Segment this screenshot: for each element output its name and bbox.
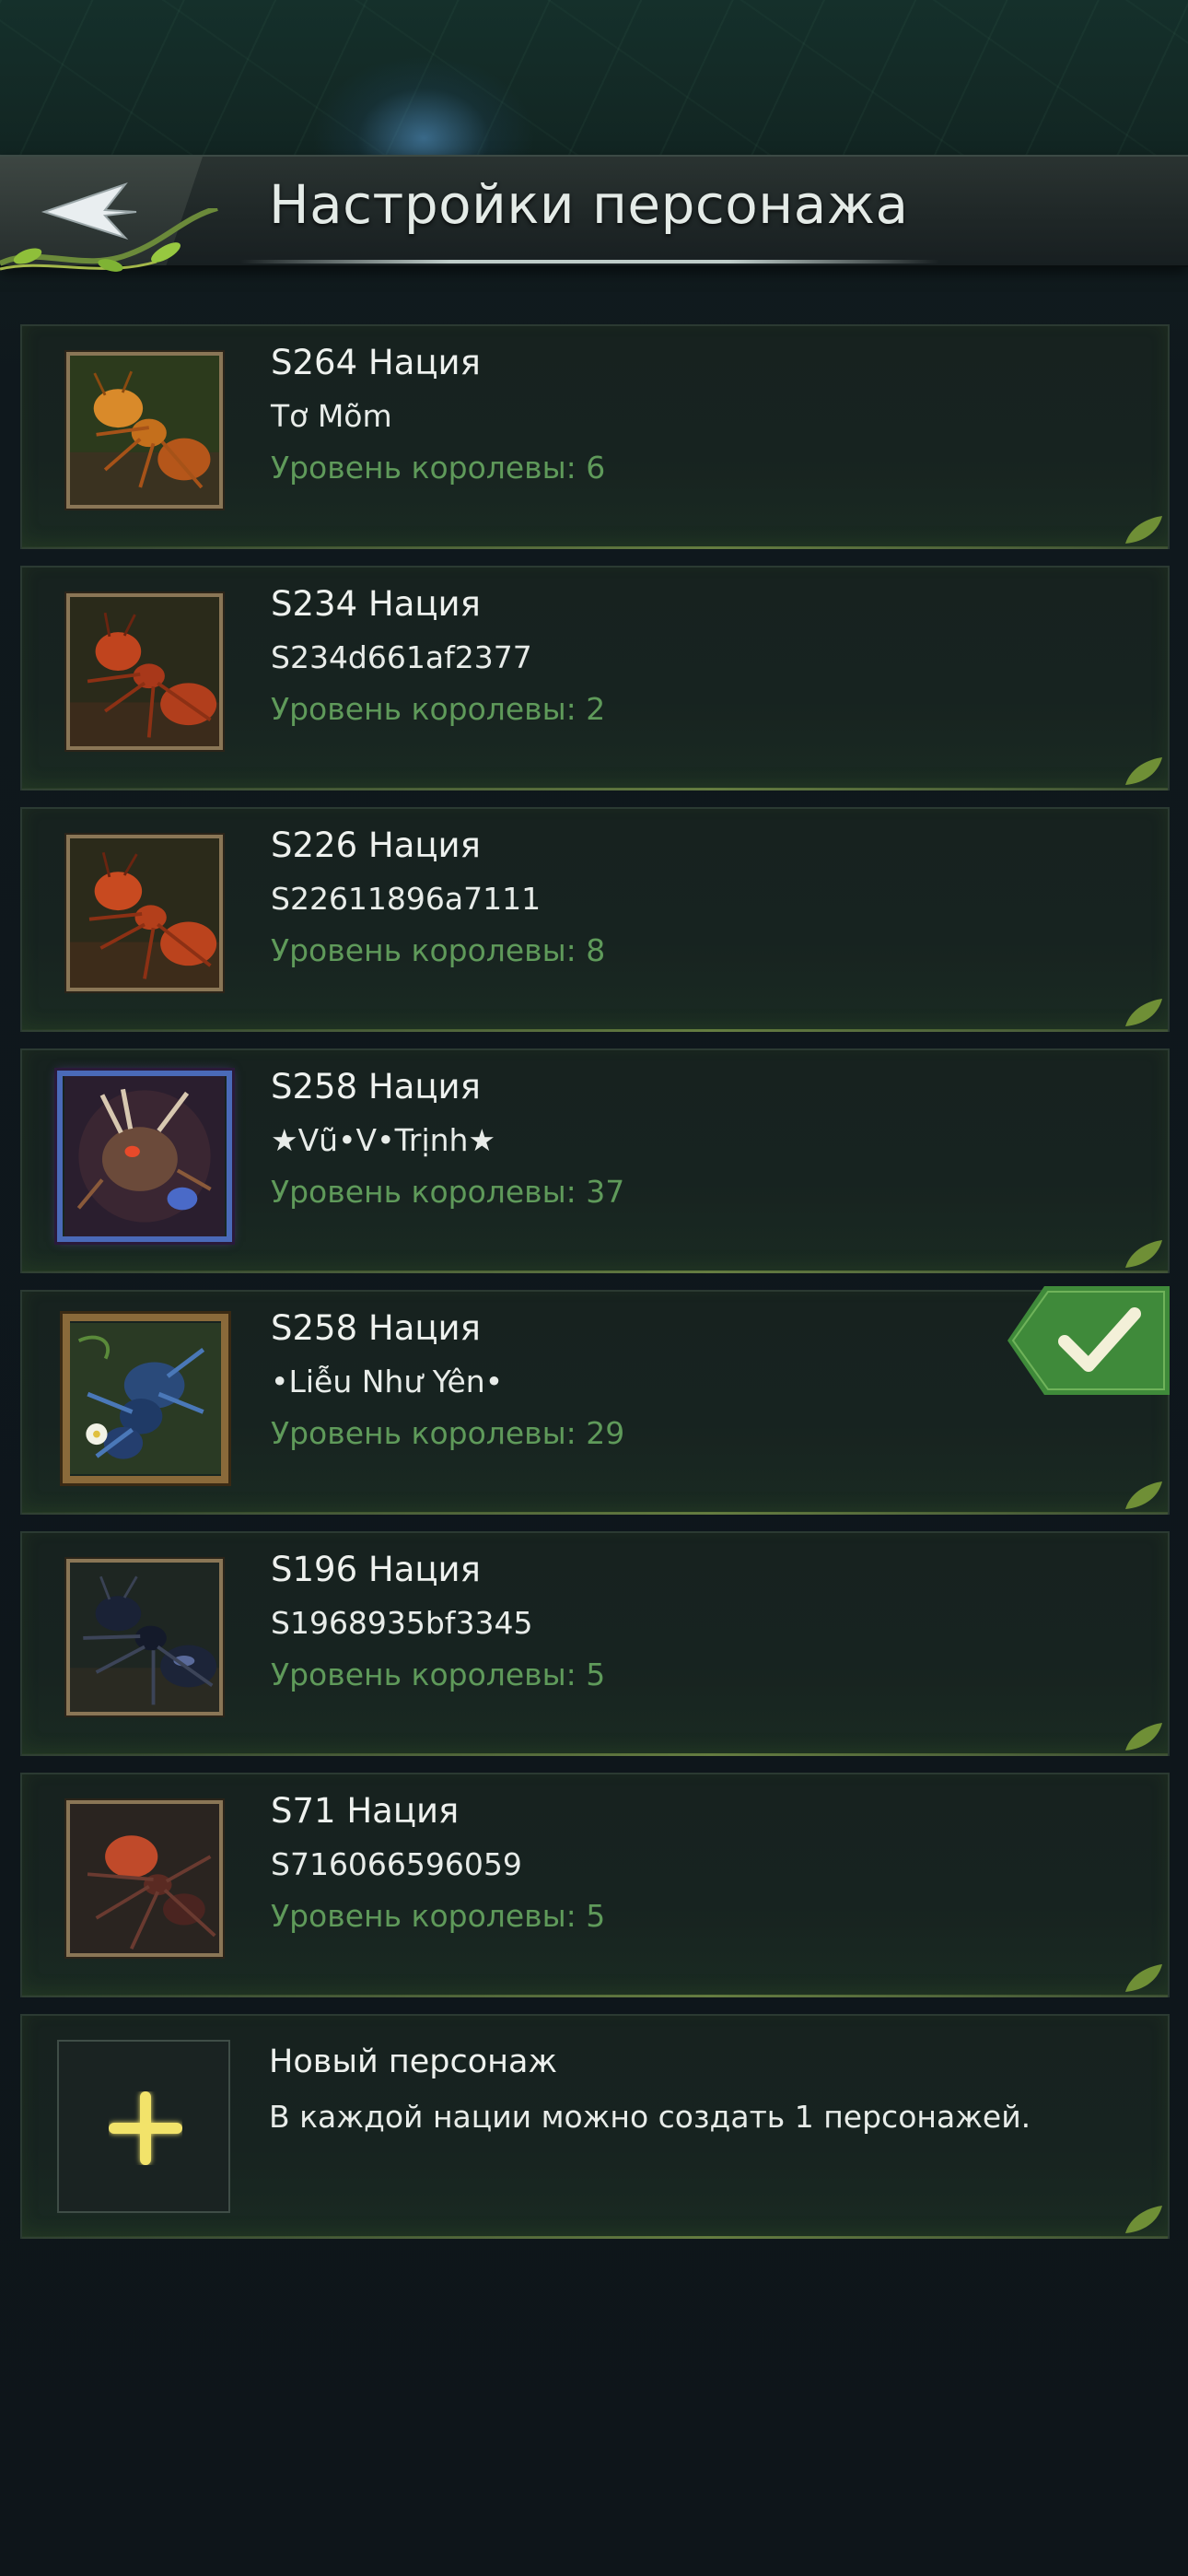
- character-avatar: [57, 1071, 232, 1242]
- new-character-card[interactable]: Новый персонаж В каждой нации можно созд…: [20, 2014, 1170, 2239]
- character-avatar: [66, 1559, 223, 1715]
- ant-portrait-icon: [70, 597, 219, 746]
- vine-decoration-icon: [0, 208, 218, 272]
- leaf-corner-icon: [1125, 1723, 1162, 1751]
- ant-portrait-icon: [70, 838, 219, 988]
- character-nation: S226 Нация: [271, 825, 481, 865]
- plus-icon: [109, 2091, 182, 2165]
- character-name: S22611896a7111: [271, 881, 542, 917]
- character-nation: S71 Нация: [271, 1791, 460, 1831]
- queen-level: Уровень королевы: 29: [271, 1415, 625, 1451]
- new-character-title: Новый персонаж: [269, 2043, 558, 2080]
- leaf-corner-icon: [1125, 1481, 1162, 1509]
- character-name: Tơ Mõm: [271, 398, 392, 434]
- character-name: S234d661af2377: [271, 639, 532, 675]
- leaf-corner-icon: [1125, 2206, 1162, 2233]
- character-nation: S196 Нация: [271, 1550, 481, 1589]
- queen-level: Уровень королевы: 37: [271, 1174, 625, 1210]
- leaf-corner-icon: [1125, 757, 1162, 785]
- header-bar: Настройки персонажа: [0, 155, 1188, 272]
- top-background: [0, 0, 1188, 157]
- leaf-corner-icon: [1125, 1964, 1162, 1992]
- character-card-selected[interactable]: S258 Нация •Liễu Như Yên• Уровень короле…: [20, 1286, 1170, 1515]
- character-avatar: [66, 352, 223, 509]
- page-title: Настройки персонажа: [269, 173, 909, 236]
- character-avatar: [66, 593, 223, 750]
- queen-level: Уровень королевы: 6: [271, 450, 606, 486]
- queen-level: Уровень королевы: 8: [271, 932, 606, 968]
- character-name: •Liễu Như Yên•: [271, 1364, 504, 1399]
- leaf-corner-icon: [1125, 1240, 1162, 1268]
- character-card[interactable]: S258 Нация ★Vũ•V•Trịnh★ Уровень королевы…: [20, 1048, 1170, 1273]
- leaf-corner-icon: [1125, 516, 1162, 544]
- character-name: S716066596059: [271, 1846, 522, 1882]
- character-name: ★Vũ•V•Trịnh★: [271, 1122, 496, 1158]
- queen-level: Уровень королевы: 2: [271, 691, 606, 727]
- black-ant-portrait-icon: [70, 1563, 219, 1712]
- character-nation: S264 Нация: [271, 343, 481, 382]
- queen-level: Уровень королевы: 5: [271, 1657, 606, 1692]
- header-underline-glow: [239, 260, 939, 263]
- character-settings-screen: Настройки персонажа S264 Нация Tơ Mõm Ур…: [0, 0, 1188, 2576]
- character-nation: S258 Нация: [271, 1308, 481, 1348]
- character-avatar: [66, 1800, 223, 1957]
- spider-ant-portrait-icon: [70, 1804, 219, 1953]
- character-list: S264 Нация Tơ Mõm Уровень королевы: 6 S2…: [20, 324, 1171, 2255]
- character-card[interactable]: S234 Нация S234d661af2377 Уровень короле…: [20, 566, 1170, 790]
- character-nation: S258 Нация: [271, 1067, 481, 1107]
- back-button[interactable]: [0, 157, 230, 272]
- character-card[interactable]: S71 Нация S716066596059 Уровень королевы…: [20, 1773, 1170, 1997]
- character-card[interactable]: S264 Нация Tơ Mõm Уровень королевы: 6: [20, 324, 1170, 549]
- add-character-button[interactable]: [57, 2040, 230, 2213]
- character-card[interactable]: S226 Нация S22611896a7111 Уровень короле…: [20, 807, 1170, 1032]
- character-avatar: [63, 1314, 228, 1483]
- character-avatar: [66, 835, 223, 991]
- character-card[interactable]: S196 Нация S1968935bf3345 Уровень короле…: [20, 1531, 1170, 1756]
- leaf-corner-icon: [1125, 999, 1162, 1026]
- beetle-portrait-icon: [64, 1076, 225, 1236]
- queen-level: Уровень королевы: 5: [271, 1898, 606, 1934]
- ant-portrait-icon: [70, 356, 219, 505]
- character-nation: S234 Нация: [271, 584, 481, 624]
- new-character-description: В каждой нации можно создать 1 персонаже…: [269, 2099, 1031, 2135]
- selected-check-icon: [1007, 1286, 1170, 1395]
- character-name: S1968935bf3345: [271, 1605, 533, 1641]
- blue-ant-portrait-icon: [70, 1323, 221, 1474]
